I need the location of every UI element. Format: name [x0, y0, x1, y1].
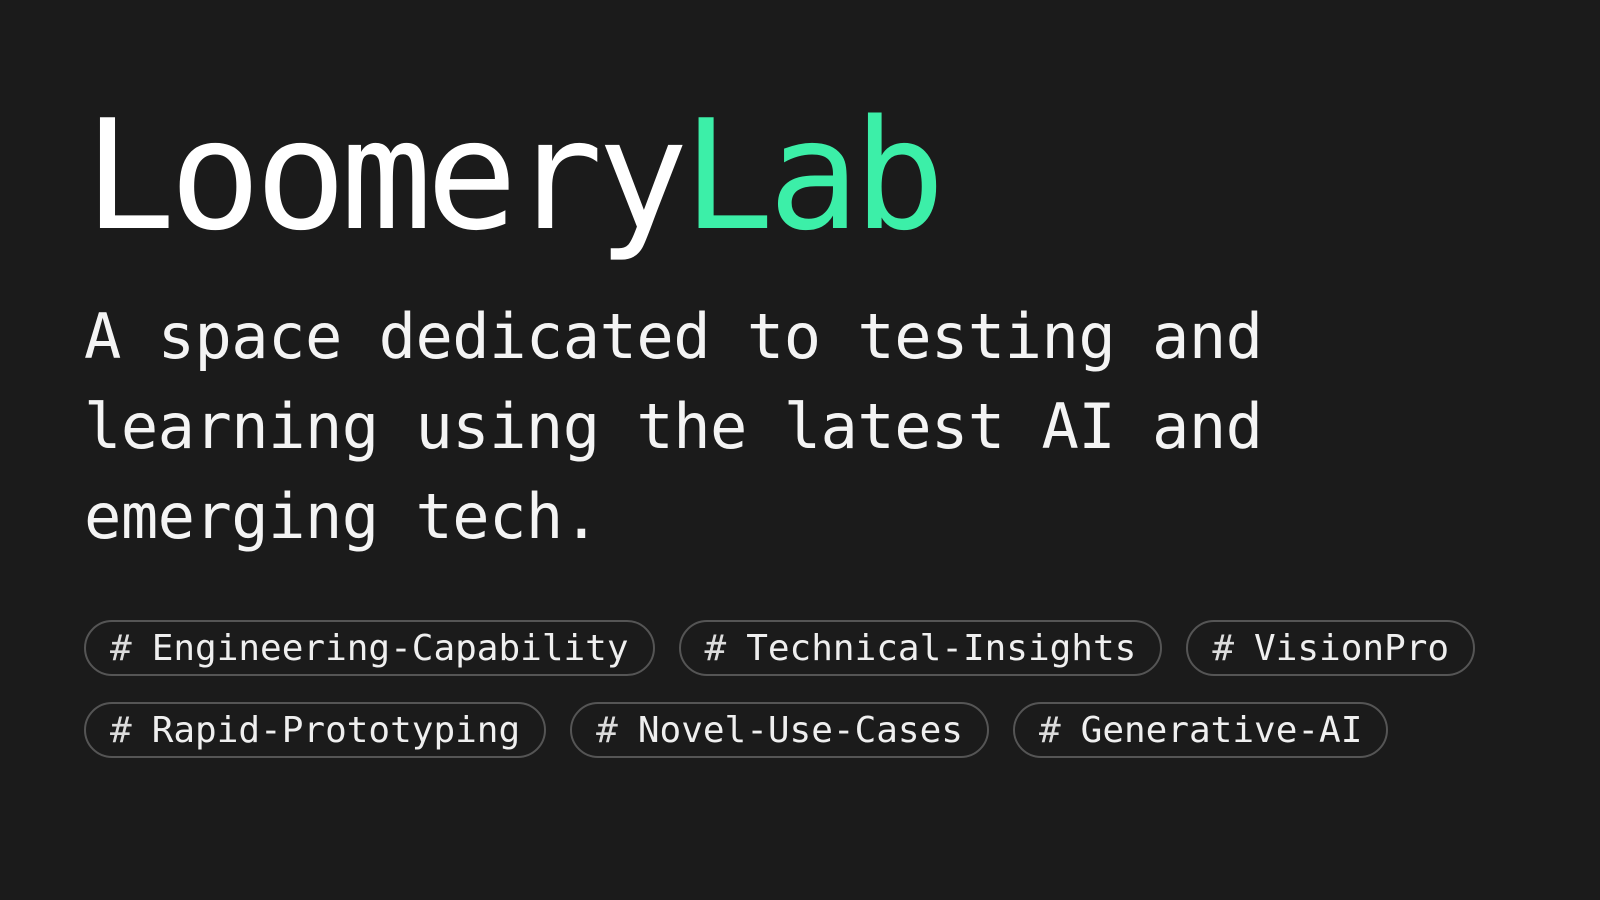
tag-label: Engineering-Capability	[151, 627, 629, 669]
tag-label: Novel-Use-Cases	[637, 709, 963, 751]
page-title: LoomeryLab	[84, 100, 1524, 252]
tag-technical-insights[interactable]: # Technical-Insights	[678, 620, 1163, 676]
tagline: A space dedicated to testing and learnin…	[84, 300, 1263, 553]
hash-icon: #	[110, 709, 132, 751]
tag-engineering-capability[interactable]: # Engineering-Capability	[84, 620, 655, 676]
tag-label: Generative-AI	[1080, 709, 1363, 751]
title-primary: Loomery	[84, 87, 689, 264]
hash-icon: #	[1212, 627, 1235, 669]
title-accent: Lab	[682, 87, 946, 264]
hash-icon: #	[704, 627, 727, 669]
hash-icon: #	[1038, 709, 1061, 751]
tag-generative-ai[interactable]: # Generative-AI	[1012, 702, 1389, 758]
tag-novel-use-cases[interactable]: # Novel-Use-Cases	[570, 702, 989, 758]
tag-rapid-prototyping[interactable]: # Rapid-Prototyping	[84, 702, 547, 758]
tag-list: # Engineering-Capability # Technical-Ins…	[84, 620, 1504, 758]
hero-section: LoomeryLab A space dedicated to testing …	[84, 100, 1524, 758]
tag-label: VisionPro	[1254, 627, 1450, 669]
tag-label: Technical-Insights	[746, 627, 1137, 669]
hash-icon: #	[596, 709, 618, 751]
tag-label: Rapid-Prototyping	[151, 709, 521, 751]
tag-visionpro[interactable]: # VisionPro	[1186, 620, 1476, 676]
hash-icon: #	[110, 627, 132, 669]
